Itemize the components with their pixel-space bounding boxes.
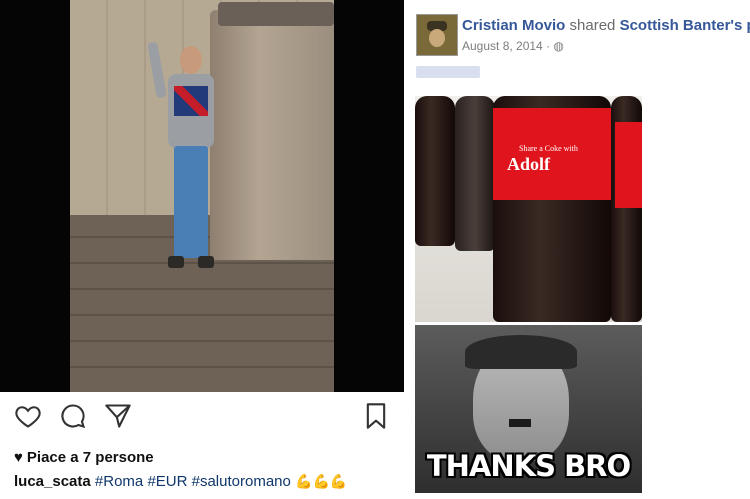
small-heart-icon: ♥ xyxy=(14,449,23,466)
portrait-cap xyxy=(465,335,577,369)
flexed-biceps-emoji: 💪💪💪 xyxy=(295,473,348,489)
meme-photo[interactable]: THANKS BRO xyxy=(415,325,642,493)
share-icon[interactable] xyxy=(104,402,132,430)
source-page[interactable]: Scottish Banter's pho xyxy=(620,17,750,34)
caption-username[interactable]: luca_scata xyxy=(14,473,91,490)
post-header: Cristian Movio shared Scottish Banter's … xyxy=(462,17,750,34)
stone-column xyxy=(210,10,334,260)
left-shoe xyxy=(168,256,184,268)
shared-text: shared xyxy=(569,17,616,34)
instagram-post: ♥ Piace a 7 persone luca_scata #Roma #EUR… xyxy=(0,0,404,499)
post-caption: luca_scata #Roma #EUR #salutoromano 💪💪💪 xyxy=(14,473,347,490)
date-text: August 8, 2014 · xyxy=(462,39,554,53)
avatar-face xyxy=(429,29,445,47)
bottle-left xyxy=(415,96,455,246)
likes-text: Piace a 7 persone xyxy=(26,449,154,466)
likes-count[interactable]: ♥ Piace a 7 persone xyxy=(14,449,154,466)
photo-scene xyxy=(70,0,334,392)
coke-bottles-photo[interactable]: Share a Coke with Adolf xyxy=(415,96,642,322)
right-shoe xyxy=(198,256,214,268)
coke-label: Share a Coke with Adolf xyxy=(493,108,611,200)
bookmark-icon[interactable] xyxy=(362,402,390,430)
post-date[interactable]: August 8, 2014 · ◍ xyxy=(462,39,564,53)
globe-icon: ◍ xyxy=(553,39,564,53)
blurred-text xyxy=(416,66,480,78)
comment-icon[interactable] xyxy=(59,402,87,430)
hashtag-salutoromano[interactable]: #salutoromano xyxy=(192,473,291,490)
meme-caption: THANKS BRO xyxy=(426,449,631,483)
column-cap xyxy=(218,2,334,26)
label-share-text: Share a Coke with xyxy=(519,144,578,153)
person-jeans xyxy=(174,146,208,258)
hashtag-roma[interactable]: #Roma xyxy=(95,473,143,490)
hashtag-eur[interactable]: #EUR xyxy=(147,473,187,490)
author-name[interactable]: Cristian Movio xyxy=(462,17,565,34)
heart-icon[interactable] xyxy=(14,402,42,430)
author-avatar[interactable] xyxy=(416,14,458,56)
bottle-back xyxy=(455,96,495,251)
label-name: Adolf xyxy=(507,154,551,174)
instagram-photo[interactable] xyxy=(0,0,404,392)
coke-label-right xyxy=(615,122,642,208)
instagram-action-bar xyxy=(0,396,404,436)
person-head xyxy=(180,46,202,74)
portrait-mustache xyxy=(509,419,531,427)
flag-print xyxy=(174,86,208,116)
facebook-post: Cristian Movio shared Scottish Banter's … xyxy=(410,0,750,499)
